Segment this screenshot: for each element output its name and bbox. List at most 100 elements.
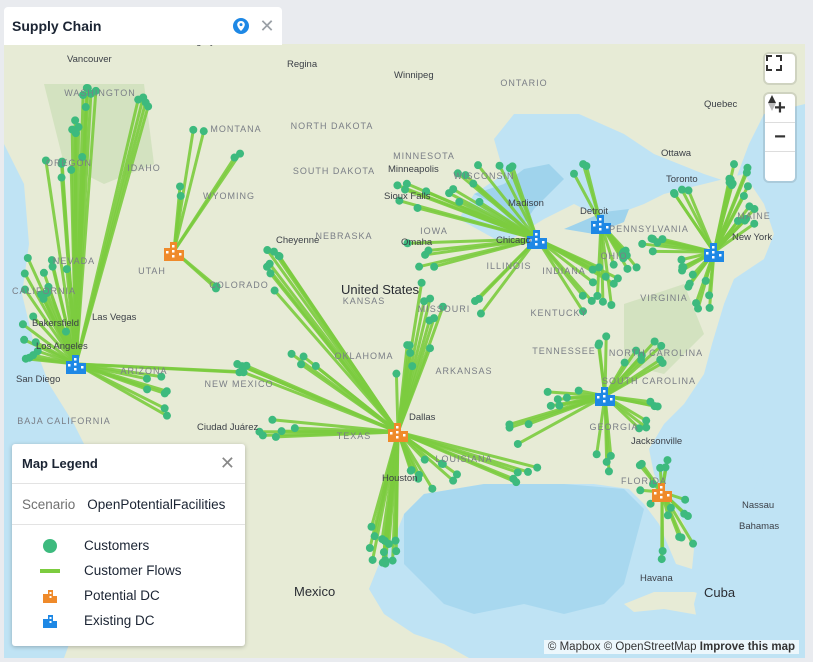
compass-icon[interactable]: [765, 95, 795, 181]
customer-marker[interactable]: [663, 511, 672, 520]
customer-marker[interactable]: [20, 269, 29, 278]
customer-marker[interactable]: [727, 181, 736, 190]
customer-marker[interactable]: [139, 93, 148, 102]
customer-marker[interactable]: [21, 354, 30, 363]
customer-marker[interactable]: [666, 503, 675, 512]
customer-marker[interactable]: [379, 548, 388, 557]
customer-marker[interactable]: [635, 461, 644, 470]
close-icon[interactable]: ✕: [258, 17, 276, 35]
customer-marker[interactable]: [578, 291, 587, 300]
customer-marker[interactable]: [663, 456, 672, 465]
customer-marker[interactable]: [688, 270, 697, 279]
customer-marker[interactable]: [512, 478, 521, 487]
customer-marker[interactable]: [471, 297, 480, 306]
customer-marker[interactable]: [430, 314, 439, 323]
customer-marker[interactable]: [677, 533, 686, 542]
customer-marker[interactable]: [636, 486, 645, 495]
customer-marker[interactable]: [681, 495, 690, 504]
customer-marker[interactable]: [476, 309, 485, 318]
customer-marker[interactable]: [582, 161, 591, 170]
customer-marker[interactable]: [524, 420, 533, 429]
customer-marker[interactable]: [745, 202, 754, 211]
customer-marker[interactable]: [623, 264, 632, 273]
customer-marker[interactable]: [274, 251, 283, 260]
customer-marker[interactable]: [609, 279, 618, 288]
customer-marker[interactable]: [588, 278, 597, 287]
customer-marker[interactable]: [189, 125, 198, 134]
customer-marker[interactable]: [413, 203, 422, 212]
customer-marker[interactable]: [513, 439, 522, 448]
customer-marker[interactable]: [287, 349, 296, 358]
customer-marker[interactable]: [620, 358, 629, 367]
customer-marker[interactable]: [271, 432, 280, 441]
customer-marker[interactable]: [405, 341, 414, 350]
customer-marker[interactable]: [650, 337, 659, 346]
customer-marker[interactable]: [607, 300, 616, 309]
customer-marker[interactable]: [677, 255, 686, 264]
customer-marker[interactable]: [143, 385, 152, 394]
customer-marker[interactable]: [258, 431, 267, 440]
customer-marker[interactable]: [739, 191, 748, 200]
customer-marker[interactable]: [57, 173, 66, 182]
customer-marker[interactable]: [408, 362, 417, 371]
customer-marker[interactable]: [62, 265, 71, 274]
customer-marker[interactable]: [230, 153, 239, 162]
customer-marker[interactable]: [426, 344, 435, 353]
customer-marker[interactable]: [277, 427, 286, 436]
customer-marker[interactable]: [647, 234, 656, 243]
customer-marker[interactable]: [392, 369, 401, 378]
customer-marker[interactable]: [543, 387, 552, 396]
customer-marker[interactable]: [570, 169, 579, 178]
customer-marker[interactable]: [176, 182, 185, 191]
customer-marker[interactable]: [653, 402, 662, 411]
customer-marker[interactable]: [365, 544, 374, 553]
customer-marker[interactable]: [742, 168, 751, 177]
customer-marker[interactable]: [505, 420, 514, 429]
customer-marker[interactable]: [648, 247, 657, 256]
customer-marker[interactable]: [381, 559, 390, 568]
customer-marker[interactable]: [513, 468, 522, 477]
customer-marker[interactable]: [290, 424, 299, 433]
customer-marker[interactable]: [602, 332, 611, 341]
customer-marker[interactable]: [523, 467, 532, 476]
customer-marker[interactable]: [701, 276, 710, 285]
customer-marker[interactable]: [406, 348, 415, 357]
customer-marker[interactable]: [393, 181, 402, 190]
customer-marker[interactable]: [23, 254, 32, 263]
customer-marker[interactable]: [370, 532, 379, 541]
customer-marker[interactable]: [268, 415, 277, 424]
customer-marker[interactable]: [199, 127, 208, 136]
customer-marker[interactable]: [705, 303, 714, 312]
customer-marker[interactable]: [598, 297, 607, 306]
fullscreen-control[interactable]: [765, 54, 795, 83]
customer-marker[interactable]: [299, 352, 308, 361]
customer-marker[interactable]: [392, 547, 401, 556]
customer-marker[interactable]: [270, 286, 279, 295]
customer-marker[interactable]: [533, 463, 542, 472]
customer-marker[interactable]: [39, 268, 48, 277]
zoom-out-button[interactable]: −: [765, 123, 795, 152]
customer-marker[interactable]: [689, 539, 698, 548]
customer-marker[interactable]: [265, 259, 274, 268]
customer-marker[interactable]: [562, 393, 571, 402]
close-icon[interactable]: ✕: [220, 453, 235, 474]
customer-marker[interactable]: [642, 416, 651, 425]
customer-marker[interactable]: [495, 161, 504, 170]
customer-marker[interactable]: [632, 263, 641, 272]
improve-map-link[interactable]: Improve this map: [700, 641, 795, 653]
customer-marker[interactable]: [391, 536, 400, 545]
customer-marker[interactable]: [658, 546, 667, 555]
customer-marker[interactable]: [593, 291, 602, 300]
customer-marker[interactable]: [692, 299, 701, 308]
customer-marker[interactable]: [604, 467, 613, 476]
customer-marker[interactable]: [661, 463, 670, 472]
customer-marker[interactable]: [74, 123, 83, 132]
customer-marker[interactable]: [402, 179, 411, 188]
customer-marker[interactable]: [546, 401, 555, 410]
customer-marker[interactable]: [592, 450, 601, 459]
customer-marker[interactable]: [606, 451, 615, 460]
customer-marker[interactable]: [553, 395, 562, 404]
customer-marker[interactable]: [657, 555, 666, 564]
customer-marker[interactable]: [239, 368, 248, 377]
customer-marker[interactable]: [743, 182, 752, 191]
